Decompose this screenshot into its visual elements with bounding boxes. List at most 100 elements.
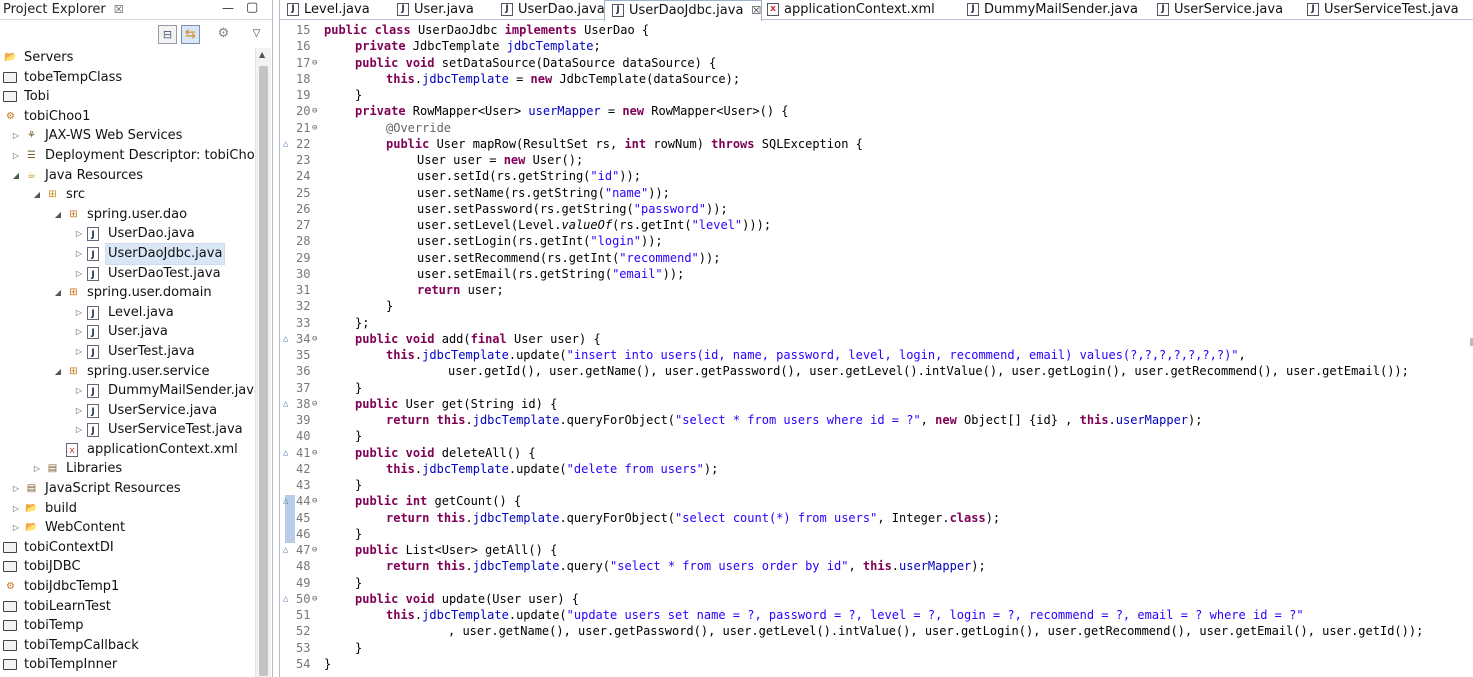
tree-item[interactable]: x applicationContext.xml (0, 440, 258, 460)
tree-item[interactable]: ⚙ tobiJdbcTemp1 (0, 577, 258, 597)
expand-icon[interactable]: ▷ (74, 224, 84, 244)
tree-scrollbar[interactable]: ▲ (255, 48, 271, 677)
code-line[interactable]: △ 38 ⊖ public User get(String id) { (280, 396, 1473, 412)
fold-icon[interactable]: ⊖ (312, 542, 317, 558)
editor-tab[interactable]: J User.java (390, 0, 474, 20)
tree-item[interactable]: ▷ J UserService.java (0, 401, 258, 421)
code-line[interactable]: 31 return user; (280, 282, 1473, 298)
code-line[interactable]: 46} (280, 526, 1473, 542)
expand-icon[interactable]: ▷ (32, 459, 42, 479)
editor-tab[interactable]: J UserService.java (1150, 0, 1283, 20)
code-line[interactable]: 30 user.setEmail(rs.getString("email")); (280, 266, 1473, 282)
tree-item[interactable]: tobiContextDI (0, 538, 258, 558)
expand-icon[interactable]: ▷ (11, 518, 21, 538)
expand-icon[interactable]: ▷ (74, 322, 84, 342)
code-line[interactable]: 28 user.setLogin(rs.getInt("login")); (280, 233, 1473, 249)
code-line[interactable]: 43} (280, 477, 1473, 493)
tree-item[interactable]: ◢ ☕ Java Resources (0, 166, 258, 186)
code-line[interactable]: 33}; (280, 315, 1473, 331)
editor-tab[interactable]: J UserDao.java (494, 0, 605, 20)
code-line[interactable]: 20 ⊖ private RowMapper<User> userMapper = … (280, 103, 1473, 119)
code-editor[interactable]: 15 public class UserDaoJdbc implements Us… (280, 22, 1473, 672)
override-marker-icon[interactable]: △ (283, 591, 288, 607)
tree-item[interactable]: tobiJDBC (0, 557, 258, 577)
tree-item[interactable]: ▾⚙tobiChoo1 (0, 107, 258, 127)
tree-item[interactable]: ▷ ▤ Libraries (0, 459, 258, 479)
code-line[interactable]: 17 ⊖ public void setDataSource(DataSource … (280, 55, 1473, 71)
maximize-icon[interactable]: ▢ (246, 0, 258, 15)
code-line[interactable]: 27 user.setLevel(Level.valueOf(rs.getInt(… (280, 217, 1473, 233)
code-line[interactable]: △ 41 ⊖ public void deleteAll() { (280, 445, 1473, 461)
code-line[interactable]: 49} (280, 575, 1473, 591)
code-line[interactable]: 40} (280, 428, 1473, 444)
code-line[interactable]: 32} (280, 298, 1473, 314)
tree-item[interactable]: tobiTempInner (0, 655, 258, 675)
fold-icon[interactable]: ⊖ (312, 493, 317, 509)
tree-item[interactable]: ▷ J UserDao.java (0, 224, 258, 244)
collapse-icon[interactable]: ◢ (53, 362, 63, 382)
tree-item[interactable]: ▷ J UserTest.java (0, 342, 258, 362)
override-marker-icon[interactable]: △ (283, 396, 288, 412)
fold-icon[interactable]: ⊖ (312, 591, 317, 607)
expand-icon[interactable]: ▷ (74, 264, 84, 284)
code-line[interactable]: 53} (280, 640, 1473, 656)
code-line[interactable]: 24 user.setId(rs.getString("id")); (280, 168, 1473, 184)
code-line[interactable]: 19} (280, 87, 1473, 103)
tree-item[interactable]: ▷ ⚘ JAX-WS Web Services (0, 126, 258, 146)
expand-icon[interactable]: ▷ (74, 420, 84, 440)
override-marker-icon[interactable]: △ (283, 445, 288, 461)
code-line[interactable]: △ 44 ⊖ public int getCount() { (280, 493, 1473, 509)
expand-icon[interactable]: ▷ (74, 401, 84, 421)
collapse-icon[interactable]: ◢ (53, 283, 63, 303)
editor-tab[interactable]: J Level.java (280, 0, 370, 20)
fold-icon[interactable]: ⊖ (312, 120, 317, 136)
tree-item[interactable]: ▷ 📂 build (0, 499, 258, 519)
code-line[interactable]: 36 user.getId(), user.getName(), user.get… (280, 363, 1473, 379)
expand-icon[interactable]: ▷ (74, 381, 84, 401)
link-with-editor-icon[interactable]: ⇆ (181, 25, 200, 44)
tree-item[interactable]: ▷ J DummyMailSender.java (0, 381, 262, 401)
editor-tab[interactable]: J UserServiceTest.java (1300, 0, 1459, 20)
tree-item[interactable]: tobiTemp (0, 616, 258, 636)
code-line[interactable]: 37} (280, 380, 1473, 396)
code-line[interactable]: 42 this.jdbcTemplate.update("delete from … (280, 461, 1473, 477)
fold-icon[interactable]: ⊖ (312, 103, 317, 119)
expand-icon[interactable]: ▷ (11, 126, 21, 146)
fold-icon[interactable]: ⊖ (312, 55, 317, 71)
override-marker-icon[interactable]: △ (283, 331, 288, 347)
code-line[interactable]: 45 return this.jdbcTemplate.queryForObjec… (280, 510, 1473, 526)
tree-item[interactable]: 📂 Servers (0, 48, 258, 68)
filter-icon[interactable]: ⚙ (214, 25, 233, 44)
tree-item[interactable]: tobiLearnTest (0, 597, 258, 617)
tree-item[interactable]: ▷ 📂 WebContent (0, 518, 258, 538)
override-marker-icon[interactable]: △ (283, 542, 288, 558)
override-marker-icon[interactable]: △ (283, 136, 288, 152)
code-line[interactable]: 39 return this.jdbcTemplate.queryForObjec… (280, 412, 1473, 428)
tree-item[interactable]: Tobi (0, 87, 258, 107)
tree-item[interactable]: ▷ J UserDaoJdbc.java (0, 242, 258, 265)
collapse-icon[interactable]: ◢ (53, 205, 63, 225)
code-line[interactable]: △ 50 ⊖ public void update(User user) { (280, 591, 1473, 607)
tree-item[interactable]: ▷ J Level.java (0, 303, 258, 323)
override-marker-icon[interactable]: △ (283, 493, 288, 509)
code-line[interactable]: 52 , user.getName(), user.getPassword(), … (280, 623, 1473, 639)
tree-item[interactable]: ▷ J UserServiceTest.java (0, 420, 258, 440)
tree-item[interactable]: ◢ ⊞ spring.user.service (0, 362, 258, 382)
scrollbar-thumb[interactable] (259, 66, 268, 676)
view-menu-icon[interactable]: ▽ (247, 25, 266, 44)
code-line[interactable]: △ 34 ⊖ public void add(final User user) { (280, 331, 1473, 347)
code-line[interactable]: 48 return this.jdbcTemplate.query("select… (280, 558, 1473, 574)
code-line[interactable]: 23 User user = new User(); (280, 152, 1473, 168)
tree-item[interactable]: ▷ ▤ JavaScript Resources (0, 479, 258, 499)
code-line[interactable]: 25 user.setName(rs.getString("name")); (280, 185, 1473, 201)
tree-item[interactable]: ▷ ☰ Deployment Descriptor: tobiChoo1 (0, 146, 271, 166)
editor-tab[interactable]: J UserDaoJdbc.java ☒ (604, 0, 763, 21)
tree-item[interactable]: ◢ ⊞ spring.user.dao (0, 205, 258, 225)
code-line[interactable]: 16 private JdbcTemplate jdbcTemplate; (280, 38, 1473, 54)
code-line[interactable]: 26 user.setPassword(rs.getString("passwor… (280, 201, 1473, 217)
code-line[interactable]: 35 this.jdbcTemplate.update("insert into … (280, 347, 1473, 363)
project-explorer-title[interactable]: Project Explorer (0, 2, 106, 17)
code-line[interactable]: △ 22 public User mapRow(ResultSet rs, int … (280, 136, 1473, 152)
code-line[interactable]: 51 this.jdbcTemplate.update("update users… (280, 607, 1473, 623)
close-icon[interactable]: ☒ (114, 3, 124, 16)
